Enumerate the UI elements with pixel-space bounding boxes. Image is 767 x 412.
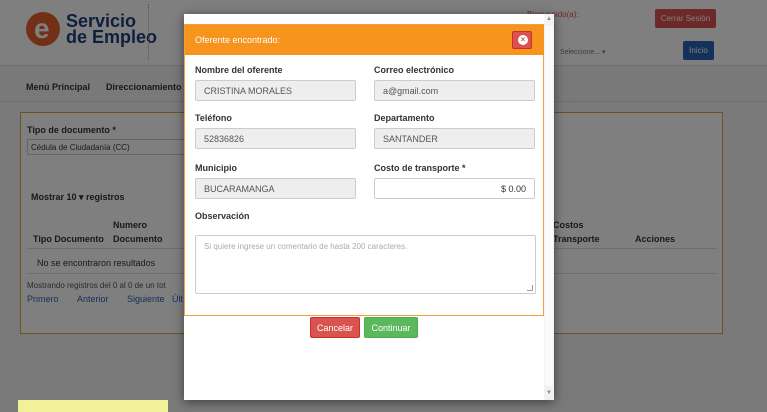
scroll-down-icon[interactable]: ▼ [546,390,552,396]
close-circle-icon: × [518,35,528,45]
observacion-placeholder: Si quiere ingrese un comentario de hasta… [204,242,408,251]
scrollbar-thumb[interactable] [545,26,553,386]
nombre-field: CRISTINA MORALES [195,80,356,101]
modal-title: Oferente encontrado: [195,35,281,45]
costo-label: Costo de transporte * [374,163,466,173]
nombre-label: Nombre del oferente [195,65,283,75]
cancel-button[interactable]: Cancelar [310,317,360,338]
modal-header: Oferente encontrado: × [185,25,545,55]
telefono-field: 52836826 [195,128,356,149]
correo-label: Correo electrónico [374,65,455,75]
observacion-label: Observación [195,211,250,221]
municipio-label: Municipio [195,163,237,173]
continue-button[interactable]: Continuar [364,317,418,338]
municipio-field: BUCARAMANGA [195,178,356,199]
costo-transporte-input[interactable]: $ 0.00 [374,178,535,199]
modal-content: Oferente encontrado: × Nombre del oferen… [184,24,545,316]
departamento-field: SANTANDER [374,128,535,149]
resize-handle-icon[interactable] [527,285,533,291]
correo-field: a@gmail.com [374,80,535,101]
departamento-label: Departamento [374,113,435,123]
offerer-modal: Oferente encontrado: × Nombre del oferen… [184,14,554,400]
modal-scrollbar[interactable]: ▲ ▼ [544,14,554,400]
observacion-textarea[interactable]: Si quiere ingrese un comentario de hasta… [195,235,536,294]
scroll-up-icon[interactable]: ▲ [546,16,552,22]
footer-highlight [18,400,168,412]
modal-close-button[interactable]: × [512,31,532,49]
telefono-label: Teléfono [195,113,232,123]
